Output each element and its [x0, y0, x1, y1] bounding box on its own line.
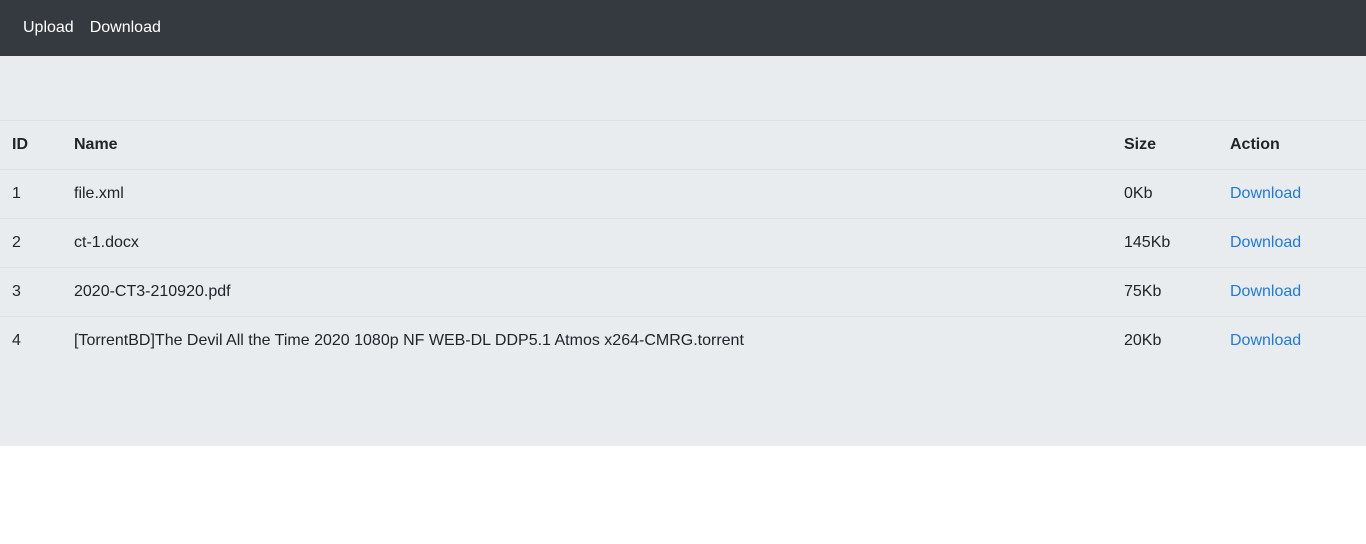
table-header-row: ID Name Size Action [0, 120, 1366, 170]
table-row: 3 2020-CT3-210920.pdf 75Kb Download [0, 267, 1366, 317]
table-row: 2 ct-1.docx 145Kb Download [0, 218, 1366, 268]
table-header: ID Name Size Action [0, 120, 1366, 170]
header-name: Name [62, 120, 1112, 170]
cell-id: 1 [0, 169, 62, 219]
cell-name: 2020-CT3-210920.pdf [62, 267, 1112, 317]
cell-size: 0Kb [1112, 169, 1218, 219]
nav-upload-link[interactable]: Upload [23, 19, 74, 37]
download-link[interactable]: Download [1230, 185, 1301, 202]
top-navbar: Upload Download [0, 0, 1366, 56]
download-link[interactable]: Download [1230, 234, 1301, 251]
cell-name: [TorrentBD]The Devil All the Time 2020 1… [62, 316, 1112, 366]
cell-size: 20Kb [1112, 316, 1218, 366]
download-link[interactable]: Download [1230, 283, 1301, 300]
files-table: ID Name Size Action 1 file.xml 0Kb Downl… [0, 120, 1366, 366]
cell-action: Download [1218, 316, 1366, 366]
cell-size: 145Kb [1112, 218, 1218, 268]
header-size: Size [1112, 120, 1218, 170]
cell-action: Download [1218, 267, 1366, 317]
cell-id: 4 [0, 316, 62, 366]
cell-id: 3 [0, 267, 62, 317]
header-action: Action [1218, 120, 1366, 170]
table-row: 4 [TorrentBD]The Devil All the Time 2020… [0, 316, 1366, 366]
file-list-panel: ID Name Size Action 1 file.xml 0Kb Downl… [0, 56, 1366, 446]
cell-size: 75Kb [1112, 267, 1218, 317]
cell-name: ct-1.docx [62, 218, 1112, 268]
table-body: 1 file.xml 0Kb Download 2 ct-1.docx 145K… [0, 169, 1366, 366]
cell-action: Download [1218, 218, 1366, 268]
nav-download-link[interactable]: Download [90, 19, 161, 37]
download-link[interactable]: Download [1230, 332, 1301, 349]
table-row: 1 file.xml 0Kb Download [0, 169, 1366, 219]
cell-id: 2 [0, 218, 62, 268]
header-id: ID [0, 120, 62, 170]
cell-action: Download [1218, 169, 1366, 219]
cell-name: file.xml [62, 169, 1112, 219]
